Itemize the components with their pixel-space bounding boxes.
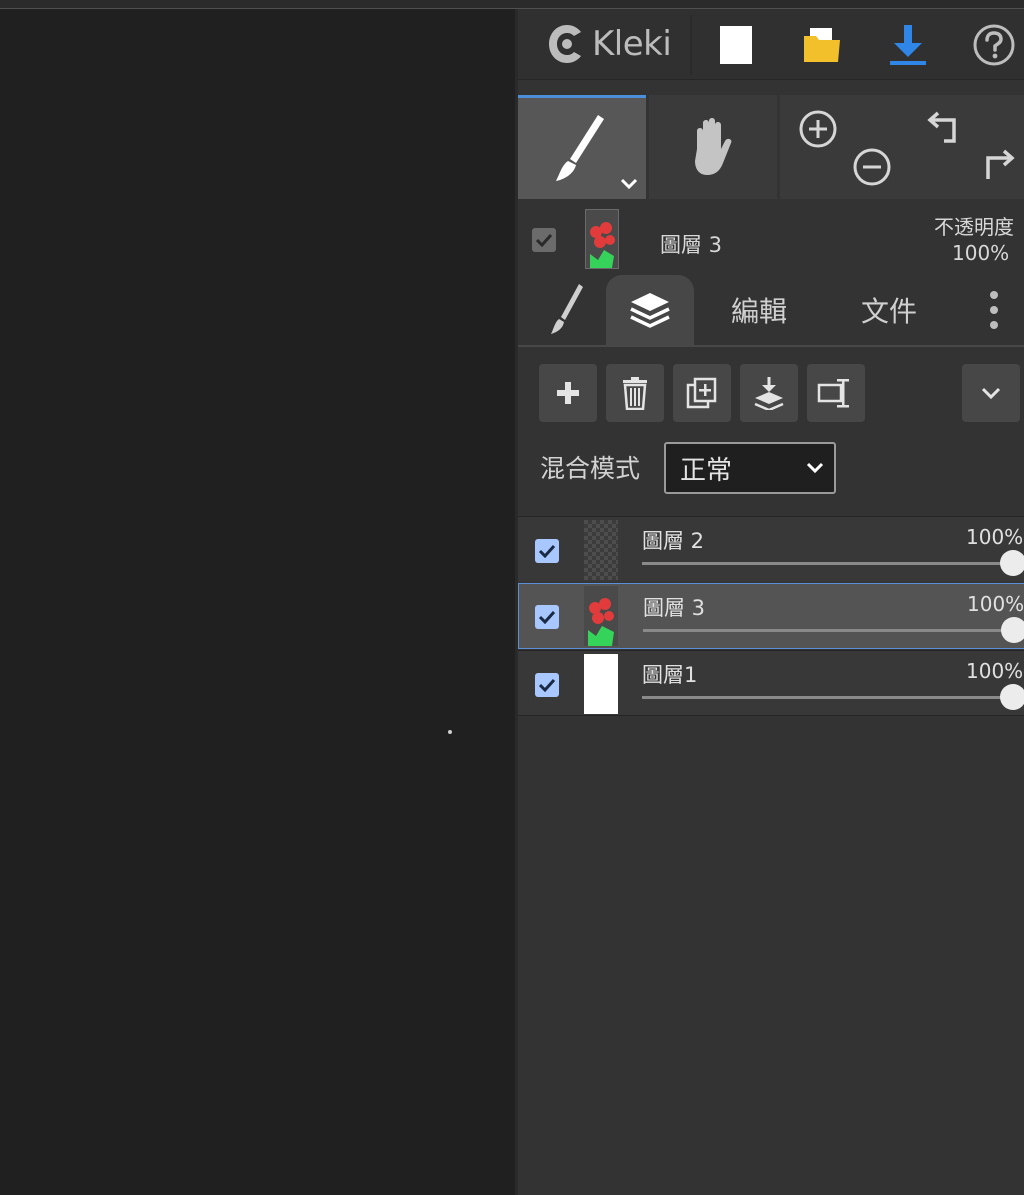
flower-thumbnail-icon — [586, 210, 618, 268]
layer-row[interactable]: 圖層1 100% — [518, 650, 1024, 716]
delete-layer-button[interactable] — [606, 364, 664, 422]
rename-icon — [817, 379, 849, 408]
kleki-logo[interactable]: Kleki — [546, 21, 672, 67]
new-document-icon — [720, 26, 752, 64]
brush-icon — [551, 284, 583, 334]
layer-visibility-checkbox[interactable] — [535, 539, 559, 563]
right-panel: Kleki 圖層 3 不透明度 100% 編輯 文件 混合模式 正常 圖層 2 … — [515, 9, 1024, 1195]
merge-layer-button[interactable] — [740, 364, 798, 422]
download-button[interactable] — [876, 17, 940, 73]
layer-name: 圖層 3 — [643, 596, 706, 620]
zoom-in-icon[interactable] — [798, 109, 838, 149]
layer-options-dropdown[interactable] — [962, 364, 1020, 422]
layer-thumbnail — [584, 520, 618, 580]
opacity-slider-track[interactable] — [642, 696, 1012, 699]
layer-row[interactable]: 圖層 2 100% — [518, 516, 1024, 582]
current-layer-name: 圖層 3 — [660, 233, 723, 257]
flower-thumbnail-icon — [584, 586, 618, 646]
brush-tool-button[interactable] — [518, 95, 646, 199]
layer-thumbnail — [584, 586, 618, 646]
zoom-out-icon[interactable] — [852, 147, 892, 187]
drawing-canvas[interactable] — [0, 9, 515, 1195]
new-document-button[interactable] — [704, 17, 768, 73]
blend-mode-select[interactable]: 正常 — [664, 442, 836, 494]
tab-brush[interactable] — [532, 275, 602, 345]
logo-text: Kleki — [592, 24, 672, 64]
merge-down-icon — [754, 377, 784, 410]
cursor-dot — [448, 730, 452, 734]
kleki-logo-icon — [549, 25, 581, 63]
help-button[interactable] — [962, 17, 1024, 73]
checkmark-icon — [538, 610, 556, 624]
tab-layers[interactable] — [606, 275, 694, 345]
open-file-button[interactable] — [790, 17, 854, 73]
tool-row — [518, 95, 1024, 199]
tab-edit[interactable]: 編輯 — [704, 275, 814, 345]
layer-row-selected[interactable]: 圖層 3 100% — [518, 583, 1024, 649]
layer-name: 圖層 2 — [642, 529, 705, 553]
blend-mode-value: 正常 — [680, 455, 733, 486]
duplicate-icon — [686, 377, 717, 409]
chevron-down-icon — [806, 462, 824, 474]
layers-icon — [630, 293, 670, 328]
blend-mode-label: 混合模式 — [540, 454, 641, 483]
plus-icon — [557, 382, 579, 404]
hand-icon — [695, 118, 732, 175]
trash-icon — [623, 377, 647, 410]
add-layer-button[interactable] — [539, 364, 597, 422]
layer-opacity: 100% — [966, 659, 1024, 683]
current-layer-info: 圖層 3 不透明度 100% — [518, 205, 1024, 275]
checkmark-icon — [538, 544, 556, 558]
help-icon — [973, 24, 1015, 66]
header-bar: Kleki — [518, 9, 1024, 80]
current-layer-opacity-label: 不透明度 — [934, 215, 1014, 239]
layer-opacity: 100% — [966, 525, 1024, 549]
opacity-slider-handle[interactable] — [1001, 617, 1024, 643]
download-icon — [890, 25, 926, 65]
current-layer-thumbnail — [585, 209, 619, 269]
current-layer-visibility-checkbox[interactable] — [532, 228, 556, 252]
undo-icon[interactable] — [926, 107, 966, 147]
panel-tabs: 編輯 文件 — [518, 275, 1024, 347]
hand-tool-button[interactable] — [649, 95, 777, 199]
opacity-slider-handle[interactable] — [1000, 550, 1024, 576]
window-top-border — [0, 0, 1024, 9]
rename-layer-button[interactable] — [807, 364, 865, 422]
layer-name: 圖層1 — [642, 663, 698, 687]
more-vertical-icon — [990, 291, 998, 329]
checkmark-icon — [538, 678, 556, 692]
opacity-slider-track[interactable] — [642, 562, 1012, 565]
redo-icon[interactable] — [976, 145, 1016, 185]
current-layer-opacity-value: 100% — [952, 241, 1010, 265]
chevron-down-icon — [981, 387, 1001, 400]
more-options-button[interactable] — [974, 275, 1014, 345]
layer-visibility-checkbox[interactable] — [535, 673, 559, 697]
opacity-slider-track[interactable] — [643, 629, 1013, 632]
layer-visibility-checkbox[interactable] — [535, 605, 559, 629]
header-separator — [690, 15, 692, 75]
view-history-group — [780, 95, 1024, 199]
duplicate-layer-button[interactable] — [673, 364, 731, 422]
layer-thumbnail — [584, 654, 618, 714]
tab-file[interactable]: 文件 — [834, 275, 944, 345]
opacity-slider-handle[interactable] — [1000, 684, 1024, 710]
chevron-down-icon — [620, 178, 638, 190]
folder-open-icon — [804, 28, 840, 62]
checkmark-icon — [535, 233, 553, 247]
transparent-thumbnail-icon — [584, 520, 618, 580]
brush-icon — [556, 114, 604, 181]
layer-opacity: 100% — [967, 592, 1024, 616]
